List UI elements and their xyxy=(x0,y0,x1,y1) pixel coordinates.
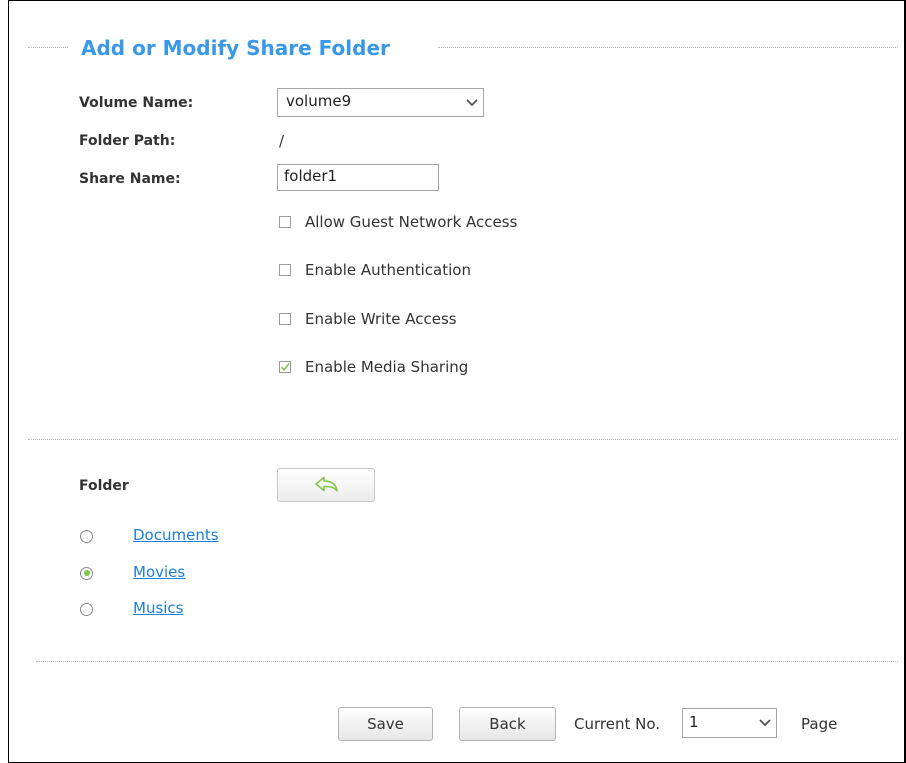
folder-row-documents[interactable] xyxy=(80,526,93,546)
option-authentication[interactable]: Enable Authentication xyxy=(279,260,471,280)
guest-access-checkbox[interactable] xyxy=(279,216,291,228)
title-divider-left xyxy=(28,47,68,48)
write-access-label: Enable Write Access xyxy=(305,310,457,328)
authentication-checkbox[interactable] xyxy=(279,264,291,276)
authentication-label: Enable Authentication xyxy=(305,261,471,279)
folder-path-value: / xyxy=(279,132,285,150)
volume-name-label: Volume Name: xyxy=(79,95,194,111)
folder-up-button[interactable] xyxy=(277,468,375,502)
movies-link[interactable]: Movies xyxy=(133,563,185,581)
folder-row-musics[interactable] xyxy=(80,599,93,619)
checkmark-icon xyxy=(280,363,290,372)
chevron-down-icon xyxy=(754,709,776,737)
section-divider xyxy=(28,439,898,440)
reply-arrow-icon xyxy=(315,476,338,492)
documents-radio[interactable] xyxy=(80,529,93,543)
title-divider-right xyxy=(438,47,898,48)
share-name-label: Share Name: xyxy=(79,171,181,187)
folder-label: Folder xyxy=(79,478,129,494)
back-button[interactable]: Back xyxy=(459,707,556,741)
current-no-label: Current No. xyxy=(574,715,661,733)
share-name-input[interactable]: folder1 xyxy=(277,164,439,191)
write-access-checkbox[interactable] xyxy=(279,313,291,325)
movies-radio[interactable] xyxy=(80,566,93,580)
option-write-access[interactable]: Enable Write Access xyxy=(279,309,457,329)
save-button[interactable]: Save xyxy=(338,707,433,741)
volume-name-value: volume9 xyxy=(286,92,352,110)
musics-link[interactable]: Musics xyxy=(133,599,184,617)
media-sharing-checkbox[interactable] xyxy=(279,361,291,373)
guest-access-label: Allow Guest Network Access xyxy=(305,213,518,231)
option-media-sharing[interactable]: Enable Media Sharing xyxy=(279,357,468,377)
chevron-down-icon xyxy=(461,89,483,116)
page-label: Page xyxy=(801,715,838,733)
section-title: Add or Modify Share Folder xyxy=(81,36,390,60)
current-no-select[interactable]: 1 xyxy=(682,708,777,738)
option-guest-access[interactable]: Allow Guest Network Access xyxy=(279,212,517,232)
current-no-value: 1 xyxy=(689,713,699,731)
musics-radio[interactable] xyxy=(80,602,93,616)
media-sharing-label: Enable Media Sharing xyxy=(305,358,469,376)
folder-path-label: Folder Path: xyxy=(79,133,176,149)
folder-row-movies[interactable] xyxy=(80,563,93,583)
volume-name-select[interactable]: volume9 xyxy=(277,88,484,117)
documents-link[interactable]: Documents xyxy=(133,526,219,544)
footer-divider xyxy=(36,661,898,662)
